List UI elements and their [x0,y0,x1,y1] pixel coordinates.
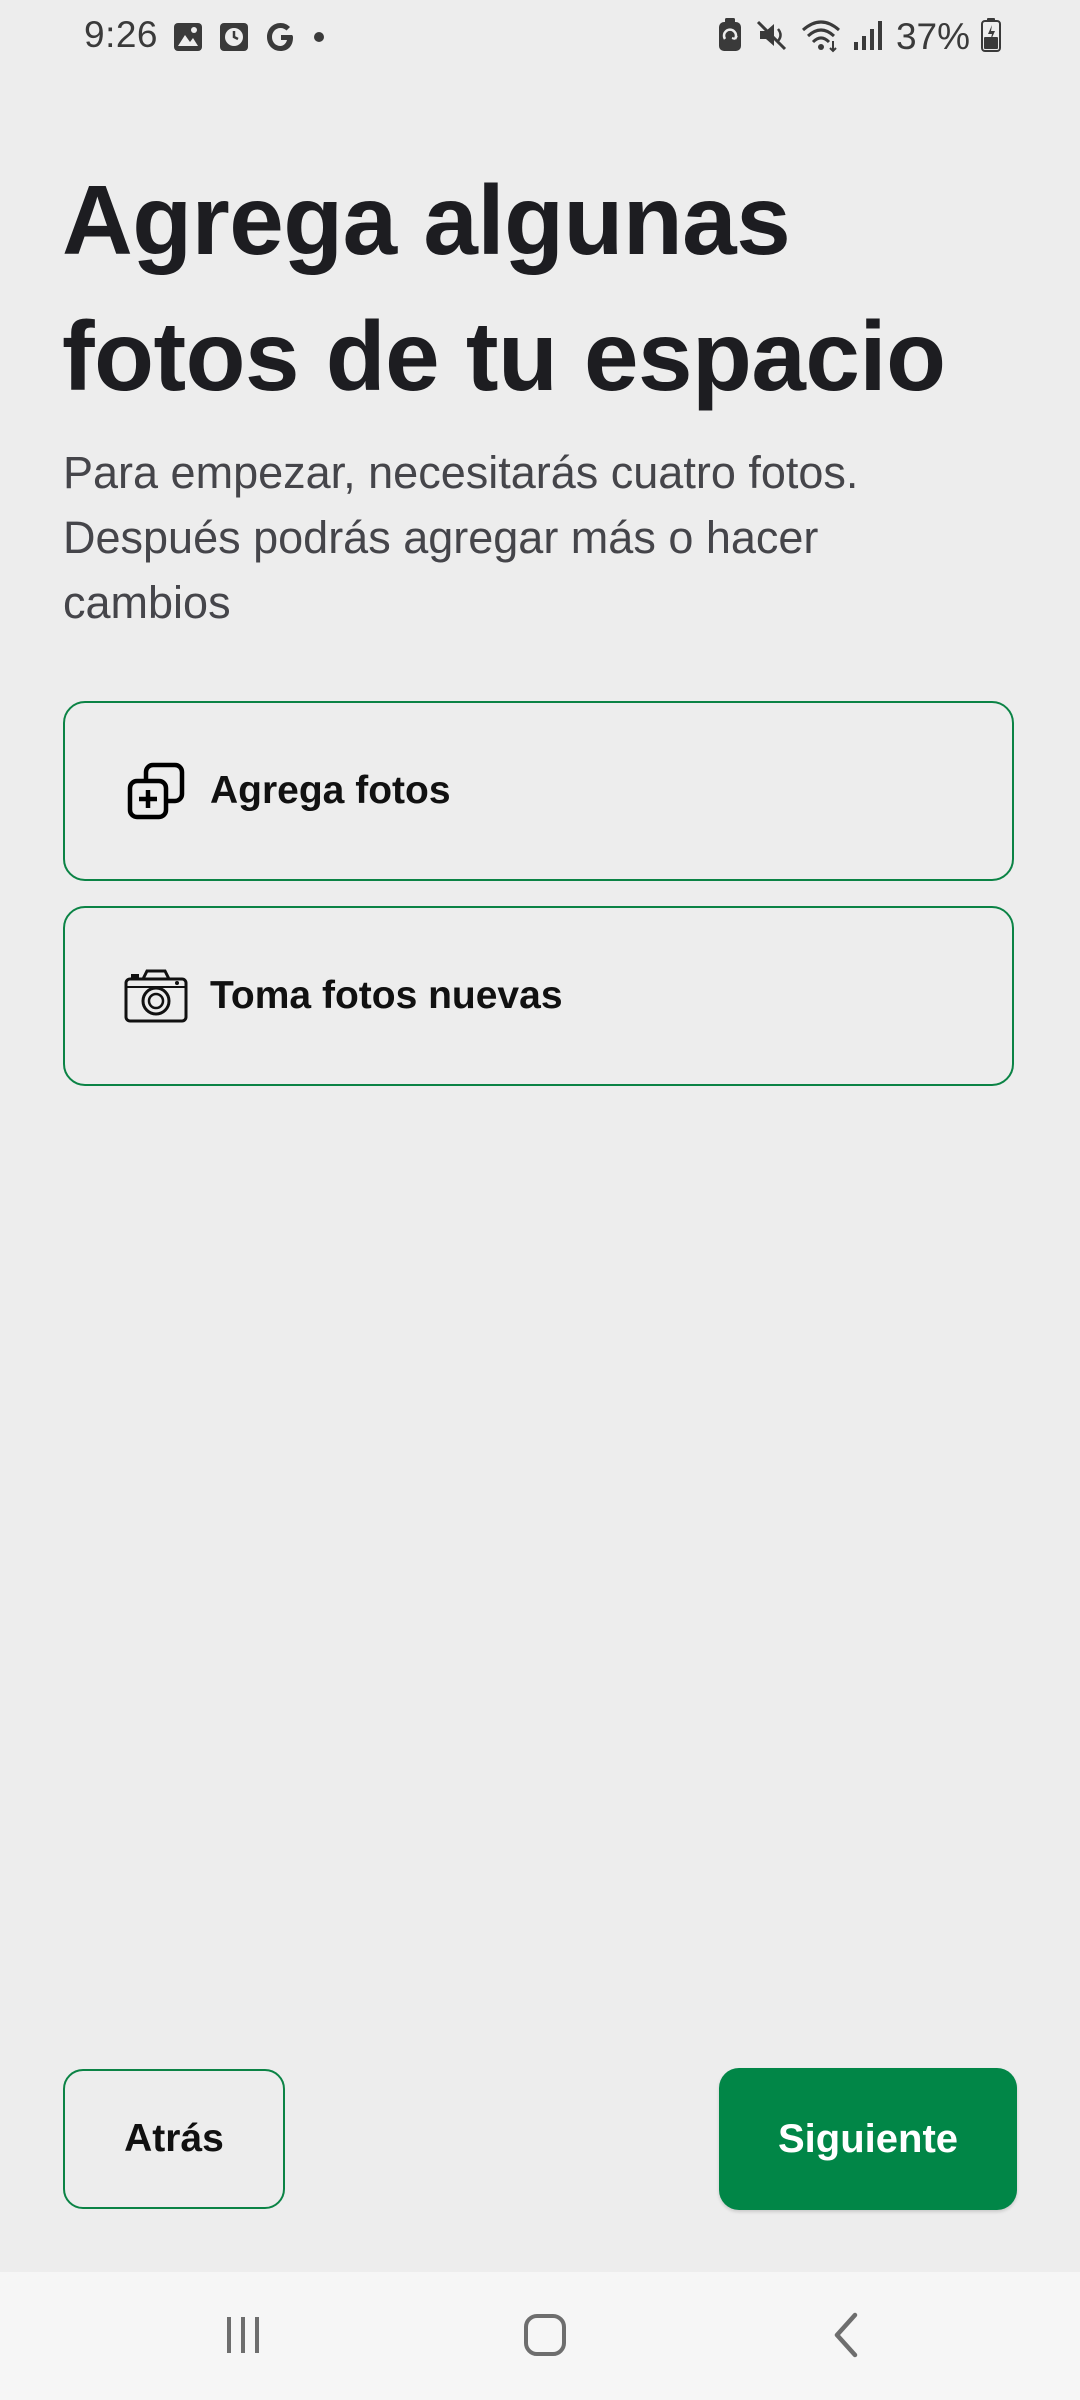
battery-icon [980,17,1002,58]
next-button[interactable]: Siguiente [719,2068,1017,2210]
navigation-bar [0,2272,1080,2400]
back-nav-button[interactable] [807,2302,887,2372]
page-subtitle: Para empezar, necesitarás cuatro fotos. … [63,440,1003,635]
page-subtitle-line-3: cambios [63,577,231,628]
dot-icon [312,30,326,49]
add-photos-button[interactable]: Agrega fotos [63,701,1014,881]
page-title: Agrega algunas fotos de tu espacio [62,152,1022,424]
camera-icon [123,963,189,1029]
page-title-line-1: Agrega algunas [62,165,791,275]
status-notification-icons [172,20,326,59]
back-icon [827,2311,867,2364]
add-photos-label: Agrega fotos [210,769,451,812]
google-icon [264,20,298,59]
wifi-icon [800,17,842,58]
battery-saver-icon [716,17,744,58]
back-button[interactable]: Atrás [63,2069,285,2209]
recents-button[interactable] [203,2302,283,2372]
signal-icon [852,18,886,57]
page-title-line-2: fotos de tu espacio [62,301,946,411]
take-photos-label: Toma fotos nuevas [210,974,563,1017]
status-time: 9:26 [84,14,159,55]
page-subtitle-line-2: Después podrás agregar más o hacer [63,512,819,563]
status-system-icons: 37% [716,16,1002,58]
battery-percentage: 37% [895,16,970,57]
take-photos-button[interactable]: Toma fotos nuevas [63,906,1014,1086]
home-button[interactable] [505,2302,585,2372]
image-icon [172,21,204,58]
recents-icon [221,2313,265,2362]
page-subtitle-line-1: Para empezar, necesitarás cuatro fotos. [63,447,859,498]
mute-icon [754,17,790,58]
home-icon [521,2311,569,2364]
status-bar: 9:26 37% [0,0,1080,80]
clock-app-icon [218,21,250,58]
add-photos-icon [123,758,189,824]
